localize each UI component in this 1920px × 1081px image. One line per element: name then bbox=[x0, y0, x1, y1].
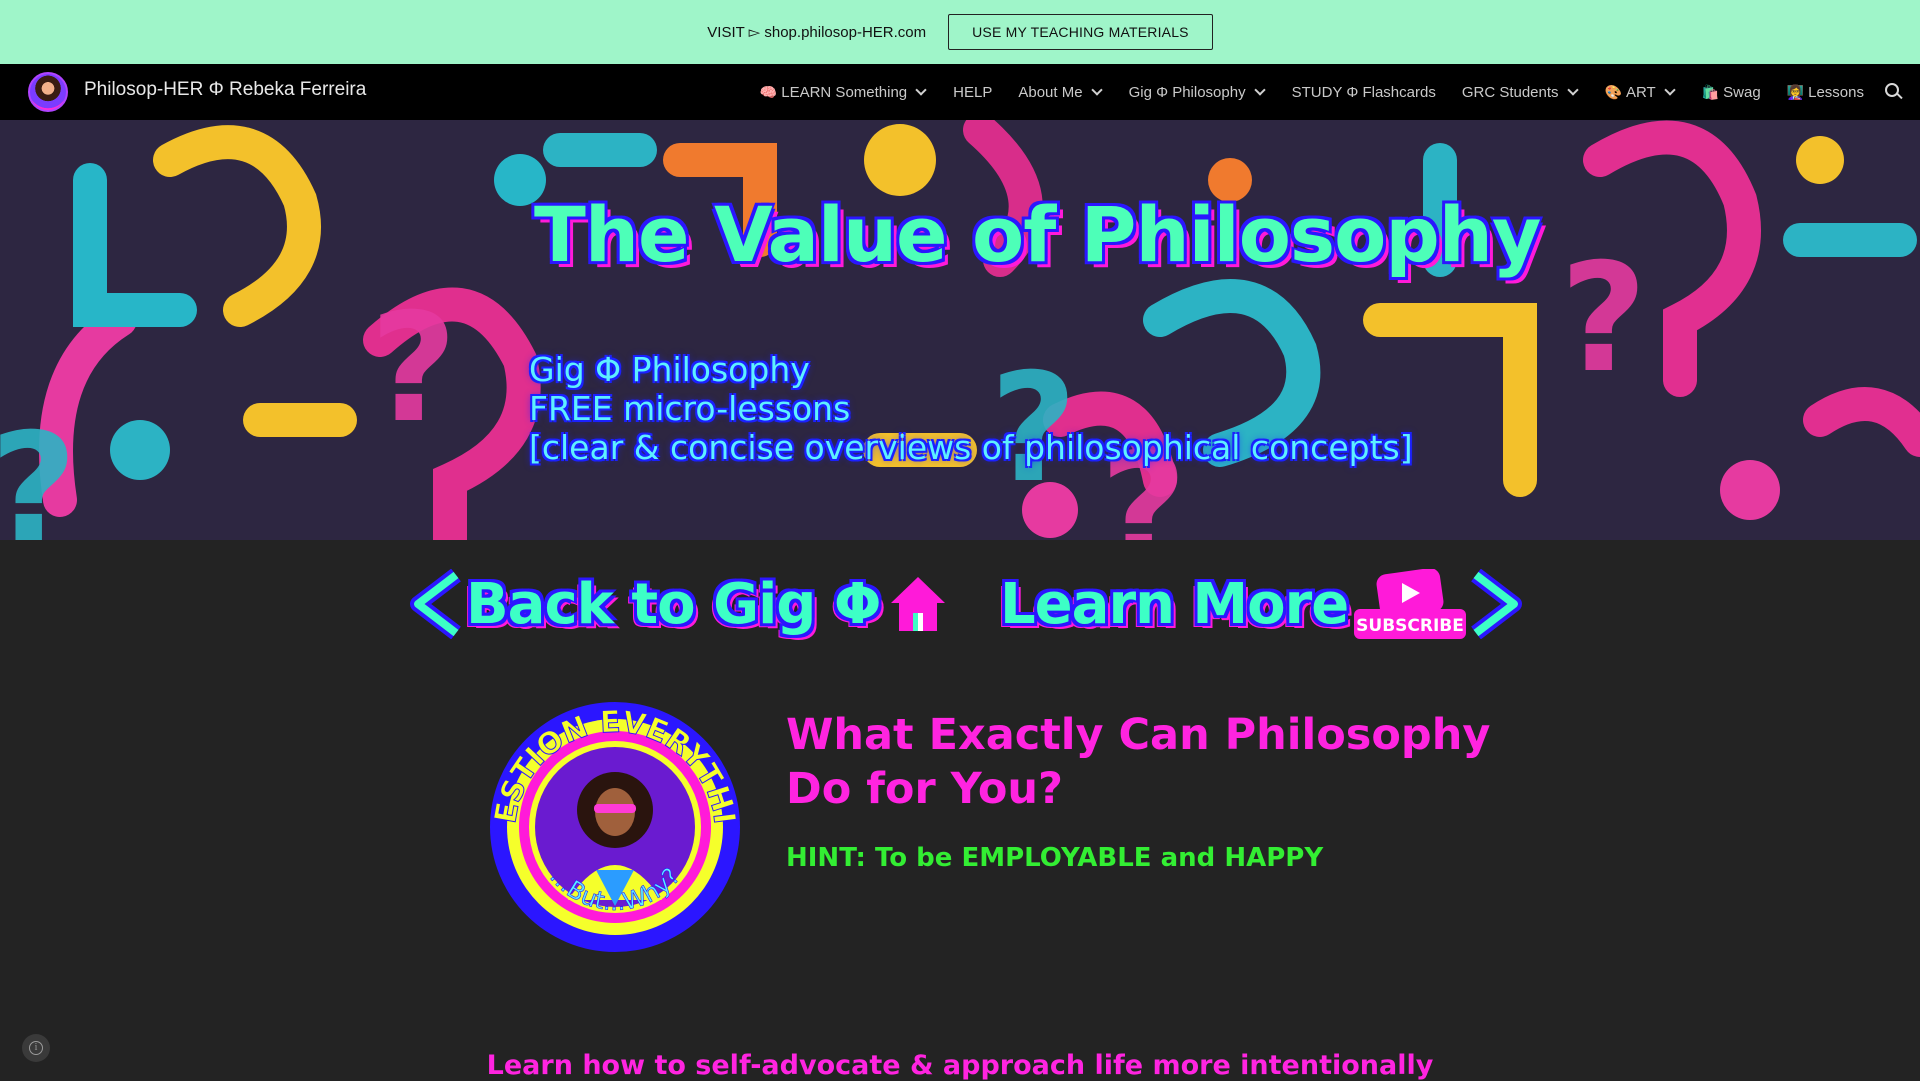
hero-subtitle-line: [clear & concise overviews of philosophi… bbox=[529, 428, 1413, 467]
section-heading: What Exactly Can Philosophy Do for You? bbox=[786, 710, 1491, 814]
learn-more-button[interactable]: Learn More SUBSCRIBE bbox=[1000, 566, 1523, 642]
nav-item-learn-something[interactable]: 🧠 LEARN Something bbox=[760, 84, 927, 101]
chevron-down-icon[interactable] bbox=[1090, 84, 1103, 96]
shopping-bags-icon: 🛍️ bbox=[1701, 83, 1720, 100]
site-logo[interactable] bbox=[28, 72, 68, 112]
brain-icon: 🧠 bbox=[759, 83, 778, 100]
nav-item-lessons[interactable]: 👩‍🏫 Lessons bbox=[1787, 84, 1864, 101]
back-button-label: Back to Gig Φ bbox=[466, 571, 881, 637]
nav-item-gig-philosophy[interactable]: Gig Φ Philosophy bbox=[1129, 84, 1266, 101]
nav-item-label: About Me bbox=[1018, 83, 1083, 101]
arrow-right-icon bbox=[1471, 569, 1523, 639]
nav-item-help[interactable]: HELP bbox=[953, 84, 992, 101]
nav-item-label: Gig Φ Philosophy bbox=[1128, 83, 1246, 101]
search-icon[interactable] bbox=[1884, 82, 1904, 102]
announcement-banner: VISIT ▻ shop.philosop-HER.com USE MY TEA… bbox=[0, 0, 1920, 64]
nav-item-art[interactable]: 🎨 ART bbox=[1605, 84, 1676, 101]
home-icon bbox=[890, 577, 945, 631]
chevron-down-icon[interactable] bbox=[1253, 84, 1266, 96]
info-icon[interactable]: i bbox=[22, 1034, 50, 1062]
nav-item-label: Swag bbox=[1723, 83, 1761, 101]
svg-text:?: ? bbox=[0, 402, 77, 540]
nav-item-grc-students[interactable]: GRC Students bbox=[1462, 84, 1579, 101]
nav-item-label: LEARN Something bbox=[781, 83, 908, 101]
nav-item-study-flashcards[interactable]: STUDY Φ Flashcards bbox=[1292, 84, 1436, 101]
svg-text:?: ? bbox=[370, 282, 457, 456]
nav-item-about-me[interactable]: About Me bbox=[1018, 83, 1103, 101]
banner-shop-link[interactable]: VISIT ▻ shop.philosop-HER.com bbox=[707, 23, 926, 41]
nav-item-label: HELP bbox=[953, 83, 993, 101]
hero-subtitle-line: FREE micro-lessons bbox=[529, 389, 851, 428]
nav-item-swag[interactable]: 🛍️ Swag bbox=[1702, 84, 1761, 101]
svg-text:?: ? bbox=[1560, 232, 1647, 406]
back-to-gig-button[interactable]: Back to Gig Φ bbox=[408, 566, 945, 642]
nav-item-label: GRC Students bbox=[1461, 83, 1559, 101]
intro-line: Learn how to self-advocate & approach li… bbox=[486, 1050, 1434, 1081]
nav-item-label: STUDY Φ Flashcards bbox=[1291, 83, 1436, 101]
nav-item-label: ART bbox=[1625, 83, 1656, 101]
nav-menu: 🧠 LEARN Something HELP About Me Gig Φ Phi… bbox=[734, 64, 1864, 120]
youtube-subscribe-icon: SUBSCRIBE bbox=[1354, 568, 1467, 639]
subscribe-label: SUBSCRIBE bbox=[1356, 616, 1464, 636]
chevron-down-icon[interactable] bbox=[1664, 84, 1676, 96]
hero-subtitle: Gig Φ Philosophy FREE micro-lessons [cle… bbox=[529, 350, 1413, 467]
hint-text: HINT: To be EMPLOYABLE and HAPPY bbox=[786, 843, 1324, 873]
hero-title: The Value of Philosophy bbox=[534, 190, 1541, 279]
teacher-icon: 👩‍🏫 bbox=[1786, 83, 1805, 100]
question-everything-badge: QUESTION EVERYTHING ...But...Why? bbox=[488, 700, 742, 952]
arrow-left-icon bbox=[410, 569, 461, 639]
palette-icon: 🎨 bbox=[1604, 83, 1622, 100]
site-navbar: Philosop-HER Φ Rebeka Ferreira 🧠 LEARN So… bbox=[0, 64, 1920, 120]
hero-banner: ? ? ? ? ? The Value of Philosophy Gig Φ … bbox=[0, 120, 1920, 540]
chevron-down-icon[interactable] bbox=[915, 84, 927, 96]
teaching-materials-button[interactable]: USE MY TEACHING MATERIALS bbox=[948, 14, 1213, 50]
hero-subtitle-line: Gig Φ Philosophy bbox=[529, 350, 810, 389]
chevron-down-icon[interactable] bbox=[1566, 84, 1579, 96]
hero-background-art: ? ? ? ? ? bbox=[0, 120, 1920, 540]
nav-item-label: Lessons bbox=[1808, 83, 1864, 101]
site-title[interactable]: Philosop-HER Φ Rebeka Ferreira bbox=[84, 79, 366, 101]
learn-more-label: Learn More bbox=[1000, 571, 1349, 637]
